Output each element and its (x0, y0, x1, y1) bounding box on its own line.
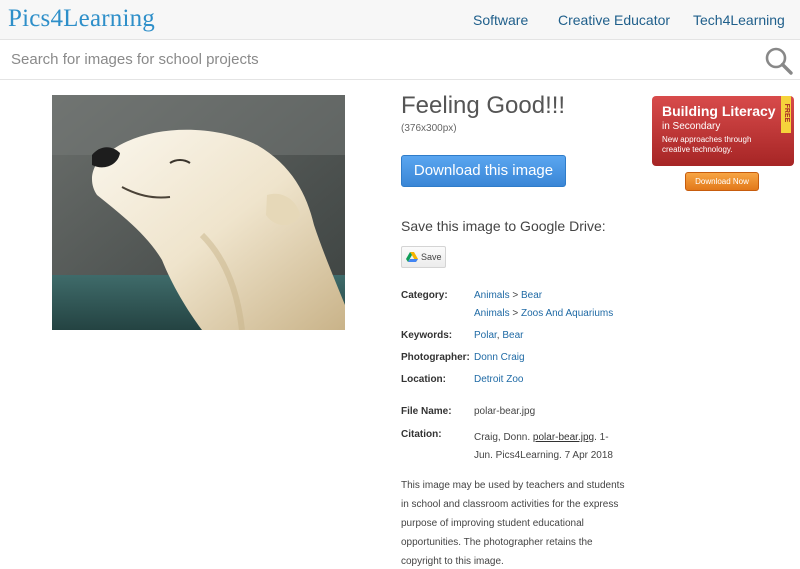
category-row-2: Animals > Zoos And Aquariums (474, 308, 613, 319)
citation-prefix: Craig, Donn. (474, 432, 533, 443)
google-drive-save-button[interactable]: Save (401, 246, 446, 268)
google-drive-icon (406, 252, 418, 262)
search-bar (0, 40, 800, 80)
citation-value: Craig, Donn. polar-bear.jpg. 1-Jun. Pics… (474, 429, 619, 465)
search-input[interactable] (0, 40, 750, 79)
category-link-animals[interactable]: Animals (474, 290, 510, 301)
category-label: Category: (401, 290, 448, 301)
filename-label: File Name: (401, 406, 452, 417)
usage-note: This image may be used by teachers and s… (401, 480, 625, 567)
google-drive-save-label: Save (421, 252, 442, 262)
keyword-link-bear[interactable]: Bear (502, 330, 523, 341)
category-separator: > (509, 290, 521, 301)
ad-free-badge: FREE (781, 96, 791, 133)
filename-value: polar-bear.jpg (474, 406, 536, 417)
download-image-button[interactable]: Download this image (401, 155, 566, 187)
citation-label: Citation: (401, 429, 442, 440)
location-link[interactable]: Detroit Zoo (474, 374, 523, 385)
category-link-animals-2[interactable]: Animals (474, 308, 510, 319)
citation-file-link[interactable]: polar-bear.jpg (533, 432, 594, 443)
main-photo (52, 95, 345, 330)
ad-description: New approaches through creative technolo… (662, 135, 752, 154)
keywords-label: Keywords: (401, 330, 453, 341)
category-separator: > (509, 308, 521, 319)
ad-download-now-button[interactable]: Download Now (685, 172, 759, 191)
category-row-1: Animals > Bear (474, 290, 542, 301)
building-literacy-ad[interactable]: Building Literacy in Secondary New appro… (652, 96, 794, 166)
location-label: Location: (401, 374, 446, 385)
nav-tech4learning[interactable]: Tech4Learning (693, 12, 785, 28)
photographer-link[interactable]: Donn Craig (474, 352, 525, 363)
category-link-zoos[interactable]: Zoos And Aquariums (521, 308, 613, 319)
search-icon[interactable] (764, 46, 794, 76)
nav-creative-educator[interactable]: Creative Educator (558, 12, 670, 28)
ad-title: Building Literacy (662, 103, 776, 119)
nav-software[interactable]: Software (473, 12, 528, 28)
photographer-label: Photographer: (401, 352, 470, 363)
location-value: Detroit Zoo (474, 374, 523, 385)
keywords-value: Polar, Bear (474, 330, 523, 341)
google-drive-label: Save this image to Google Drive: (401, 218, 606, 234)
image-dimensions: (376x300px) (401, 123, 457, 134)
photographer-value: Donn Craig (474, 352, 525, 363)
keyword-link-polar[interactable]: Polar (474, 330, 497, 341)
site-logo[interactable]: Pics4Learning (8, 5, 155, 33)
image-title: Feeling Good!!! (401, 92, 566, 119)
ad-subtitle: in Secondary (662, 121, 721, 132)
top-bar: Pics4Learning Software Creative Educator… (0, 0, 800, 40)
category-link-bear[interactable]: Bear (521, 290, 542, 301)
